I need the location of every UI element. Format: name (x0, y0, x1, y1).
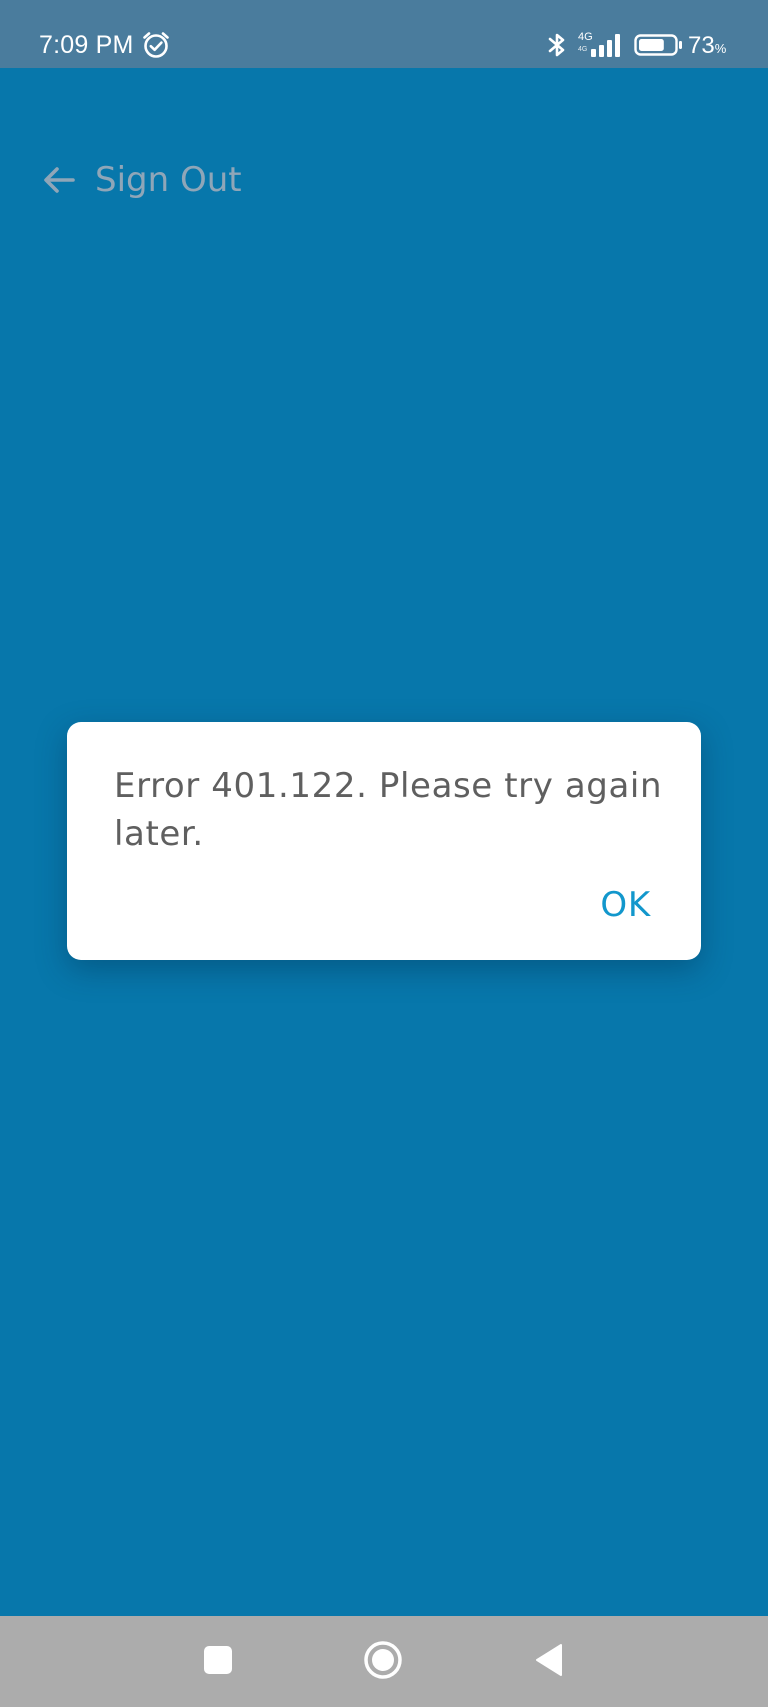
battery-number: 73 (688, 32, 715, 59)
home-icon[interactable] (363, 1640, 403, 1680)
battery-unit: % (714, 41, 727, 56)
navigation-bar (0, 1616, 768, 1707)
status-bar: 7:09 PM 4G 4G 73% (0, 0, 768, 68)
signal-icon (591, 34, 620, 57)
ok-button[interactable]: OK (600, 885, 651, 925)
alarm-icon (143, 32, 169, 58)
error-dialog: Error 401.122. Please try again later. O… (67, 722, 701, 960)
status-time: 7:09 PM (39, 31, 134, 59)
app-header[interactable]: Sign Out (40, 152, 242, 208)
battery-icon (634, 34, 682, 56)
recent-apps-icon[interactable] (204, 1646, 232, 1674)
back-arrow-icon[interactable] (40, 161, 78, 199)
back-icon[interactable] (535, 1643, 563, 1677)
network-sub-label: 4G (578, 46, 588, 53)
error-message: Error 401.122. Please try again later. (114, 766, 663, 854)
battery-percentage: 73% (688, 31, 726, 64)
sign-out-title[interactable]: Sign Out (95, 160, 242, 200)
bluetooth-icon (548, 33, 565, 57)
